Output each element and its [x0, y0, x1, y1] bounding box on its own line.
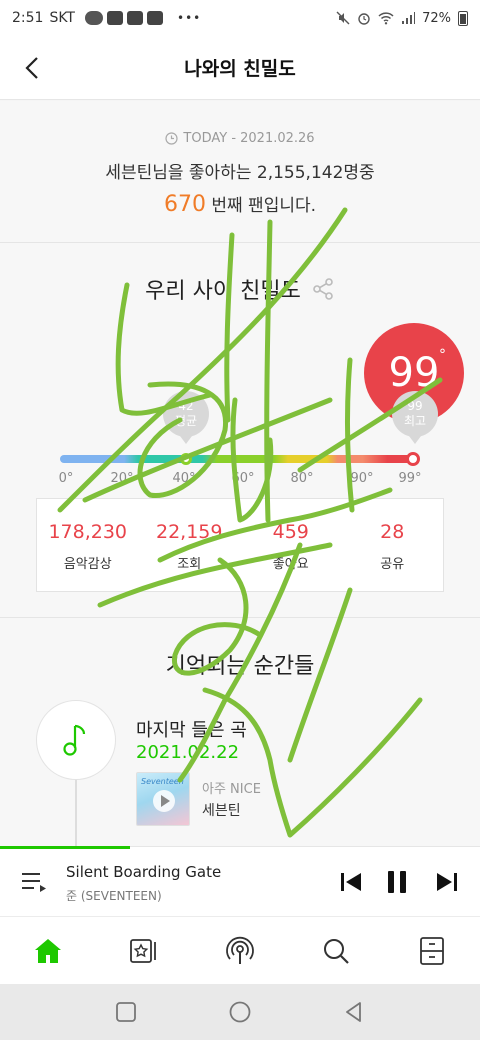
last-played-label: 마지막 들은 곡	[136, 720, 247, 741]
status-bar: 2:51 SKT ••• 72%	[0, 0, 480, 36]
mini-player[interactable]: Silent Boarding Gate 준 (SEVENTEEN)	[0, 846, 480, 916]
search-icon	[324, 938, 349, 964]
stat-value: 178,230	[48, 521, 128, 543]
fan-count-text: 세븐틴님을 좋아하는 2,155,142명중	[105, 163, 375, 183]
battery-percent: 72%	[422, 10, 451, 26]
stat-label: 좋아요	[272, 557, 309, 572]
stat-label: 공유	[380, 557, 405, 572]
scale-tick-label: 60°	[231, 471, 255, 486]
nav-library[interactable]	[384, 917, 480, 984]
chevron-left-icon	[25, 57, 38, 79]
main-content[interactable]: TODAY - 2021.02.26 세븐틴님을 좋아하는 2,155,142명…	[0, 101, 480, 848]
degree-symbol: °	[439, 347, 446, 363]
scale-tick-label: 20°	[110, 471, 134, 486]
fan-rank-suffix: 번째 팬입니다.	[205, 196, 317, 216]
notification-icon	[107, 11, 123, 25]
fan-rank-section: TODAY - 2021.02.26 세븐틴님을 좋아하는 2,155,142명…	[0, 101, 480, 243]
affinity-title: 우리 사이 친밀도	[145, 279, 301, 304]
alarm-icon	[358, 13, 370, 25]
affinity-title-row: 우리 사이 친밀도	[0, 273, 480, 305]
edit-notification-icon	[147, 11, 163, 25]
average-marker-value: 42	[178, 399, 194, 413]
affinity-score: 99	[388, 350, 440, 396]
share-icon[interactable]	[311, 277, 335, 301]
status-carrier: SKT	[49, 10, 75, 26]
scale-tick-label: 40°	[172, 471, 196, 486]
today-date-row: TODAY - 2021.02.26	[0, 131, 480, 146]
score-dot	[406, 452, 420, 466]
status-time: 2:51	[12, 10, 44, 26]
signal-icon	[402, 12, 416, 24]
average-dot	[180, 453, 192, 465]
home-icon	[35, 938, 61, 963]
average-marker-label: 평균	[174, 414, 198, 428]
max-marker-value: 99	[407, 399, 423, 413]
stat-item: 459 좋아요	[240, 499, 342, 591]
mute-icon	[336, 11, 350, 25]
pause-icon[interactable]	[384, 869, 410, 895]
track-title[interactable]: Silent Boarding Gate	[66, 863, 221, 881]
stat-value: 22,159	[156, 521, 223, 543]
artist-name[interactable]: 세븐틴	[202, 800, 241, 820]
stat-label: 조회	[177, 557, 202, 572]
wifi-icon	[378, 12, 394, 25]
app-header: 나와의 친밀도	[0, 36, 480, 100]
fan-rank-text: 670 번째 팬입니다.	[0, 191, 480, 217]
stat-item: 178,230 음악감상	[37, 499, 139, 591]
nav-playlist[interactable]	[96, 917, 192, 984]
scale-tick-label: 90°	[350, 471, 374, 486]
nav-podcast[interactable]	[192, 917, 288, 984]
home-button[interactable]	[228, 1000, 252, 1024]
nav-search[interactable]	[288, 917, 384, 984]
average-marker: 42 평균	[163, 391, 209, 444]
affinity-scale-bar	[60, 455, 416, 463]
affinity-section: 우리 사이 친밀도 99 ° 42 평균 99 최고 0° 20° 40° 60° 80° 90°…	[0, 243, 480, 618]
last-played-date: 2021.02.22	[136, 742, 240, 763]
stat-value: 28	[380, 521, 405, 543]
memories-section: 기억되는 순간들 마지막 들은 곡 2021.02.22 Seventeen 아…	[0, 618, 480, 848]
scale-tick-label: 80°	[290, 471, 314, 486]
battery-icon	[458, 10, 468, 26]
track-artist[interactable]: 준 (SEVENTEEN)	[66, 887, 162, 904]
stat-item: 22,159 조회	[139, 499, 241, 591]
notification-icon	[127, 11, 143, 25]
album-name[interactable]: 아주 NICE	[202, 778, 261, 797]
kakaotalk-notification-icon	[85, 11, 103, 25]
playlist-star-icon	[130, 938, 156, 963]
max-marker: 99 최고	[392, 391, 438, 444]
stat-value: 459	[272, 521, 309, 543]
fan-rank-number: 670	[163, 192, 206, 217]
playlist-icon[interactable]	[20, 869, 48, 895]
album-art-logo: Seventeen	[141, 777, 184, 786]
more-notifications-icon: •••	[177, 11, 202, 25]
album-art-thumbnail[interactable]: Seventeen	[136, 772, 190, 826]
play-icon[interactable]	[153, 790, 175, 812]
music-note-icon	[63, 724, 86, 756]
max-marker-label: 최고	[403, 414, 427, 428]
next-track-icon[interactable]	[434, 869, 460, 895]
scale-tick-label: 99°	[398, 471, 422, 486]
music-note-badge	[36, 700, 116, 780]
stat-item: 28 공유	[342, 499, 444, 591]
today-date: TODAY - 2021.02.26	[183, 131, 315, 146]
bottom-navigation	[0, 916, 480, 984]
memories-title: 기억되는 순간들	[165, 654, 315, 679]
podcast-icon	[226, 936, 254, 964]
playback-progress-bar[interactable]	[0, 846, 130, 849]
previous-track-icon[interactable]	[338, 869, 364, 895]
library-icon	[420, 936, 444, 965]
recent-apps-button[interactable]	[115, 1001, 137, 1023]
nav-home[interactable]	[0, 917, 96, 984]
back-button[interactable]	[14, 50, 50, 86]
back-system-button[interactable]	[343, 1001, 365, 1023]
page-title: 나와의 친밀도	[184, 58, 296, 80]
stat-label: 음악감상	[63, 557, 112, 572]
clock-icon	[165, 132, 179, 145]
scale-labels: 0° 20° 40° 60° 80° 90° 99°	[0, 471, 480, 489]
scale-tick-label: 0°	[58, 471, 74, 486]
activity-stats-box: 178,230 음악감상 22,159 조회 459 좋아요 28 공유	[36, 498, 444, 592]
system-navigation-bar	[0, 984, 480, 1040]
